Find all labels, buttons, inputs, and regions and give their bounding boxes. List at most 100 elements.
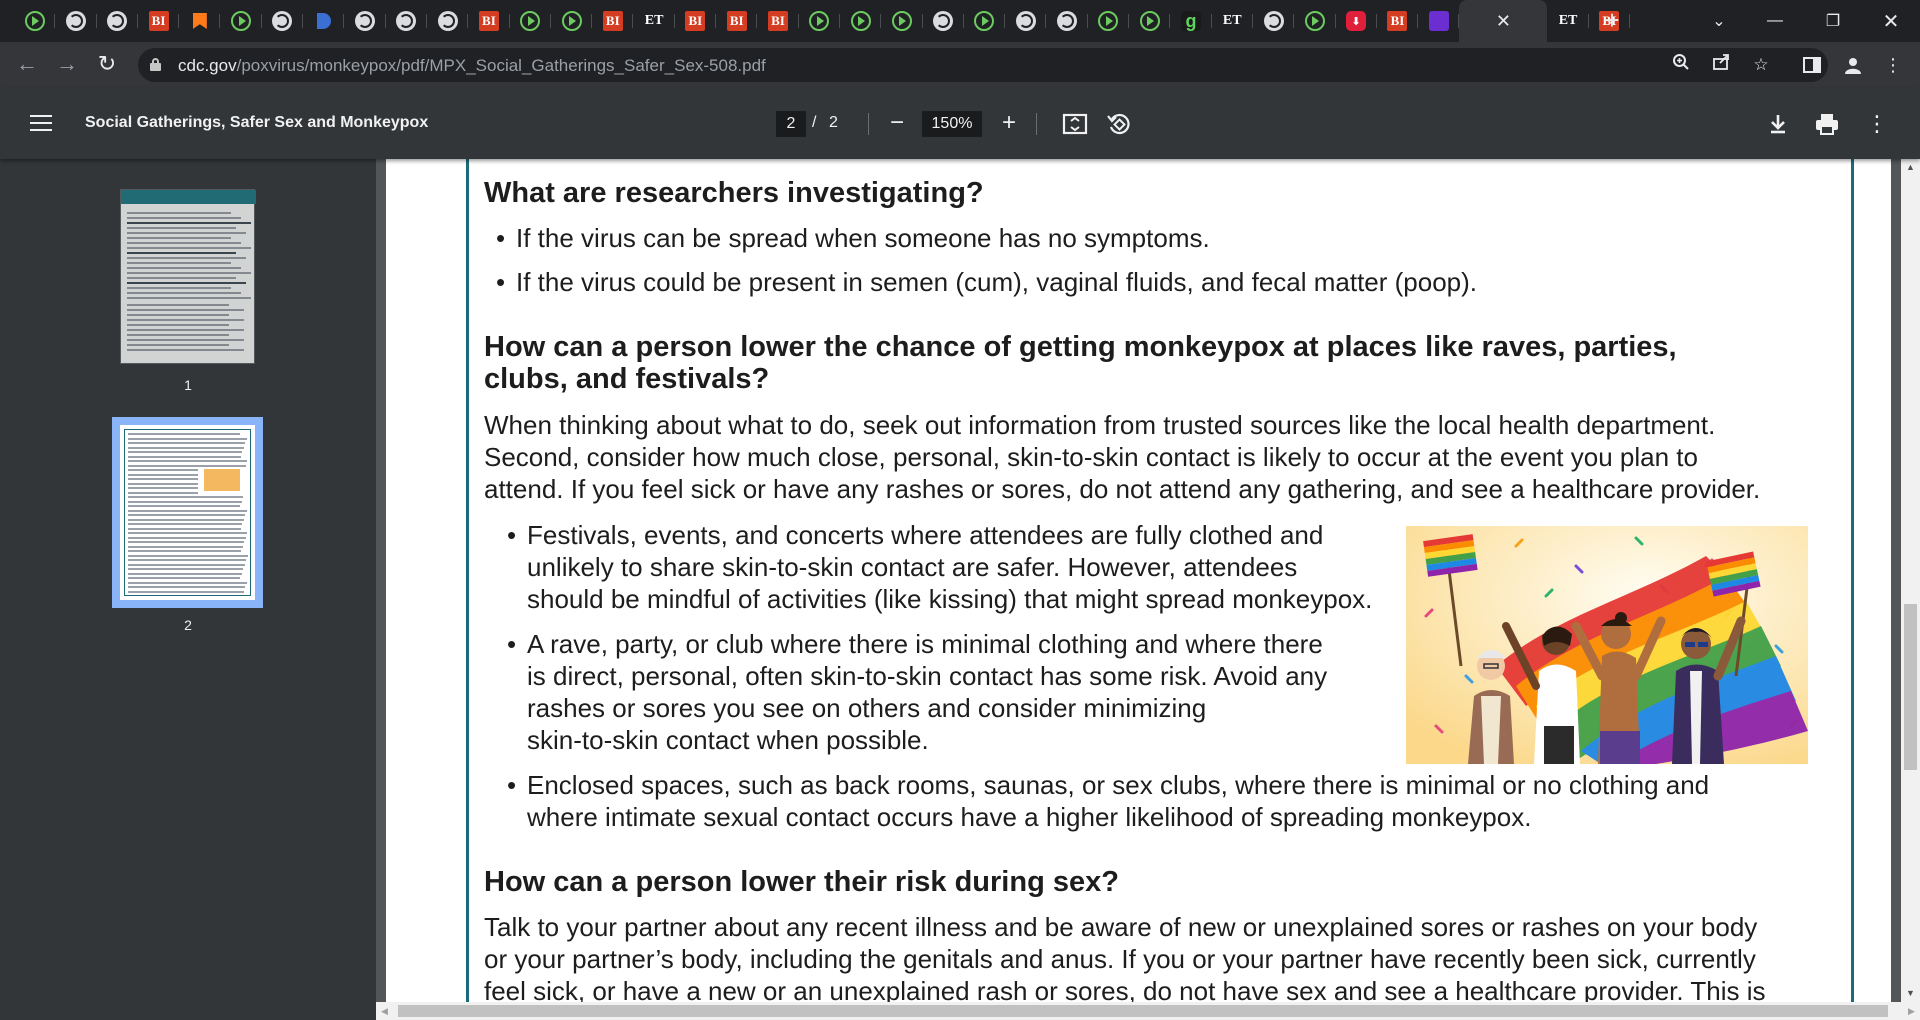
browser-tab[interactable]: [1005, 8, 1047, 34]
page-border-left: [466, 159, 469, 1002]
browser-tab[interactable]: [840, 8, 882, 34]
browser-tab[interactable]: [386, 8, 428, 34]
browser-tab[interactable]: BI: [468, 8, 510, 34]
bullet-events-2-line-3: rashes or sores you see on others and co…: [527, 693, 1207, 723]
reload-button[interactable]: ↻: [90, 48, 124, 82]
browser-tab[interactable]: [344, 8, 386, 34]
browser-tab[interactable]: BI: [675, 8, 717, 34]
thumbnail-text-line: [127, 329, 244, 331]
browser-tab[interactable]: [1129, 8, 1171, 34]
page-thumbnail-2[interactable]: [120, 425, 255, 600]
bullet-events-2-line-1: A rave, party, or club where there is mi…: [507, 628, 1323, 661]
browser-tab[interactable]: [1046, 8, 1089, 34]
browser-tab[interactable]: BI: [1377, 8, 1419, 34]
active-tab[interactable]: ✕: [1459, 0, 1548, 42]
browser-tab[interactable]: [303, 8, 345, 34]
sex-paragraph-line-1: Talk to your partner about any recent il…: [484, 912, 1758, 942]
globe-icon: [272, 11, 293, 31]
browser-tab[interactable]: ET: [1212, 8, 1254, 34]
thumbnail-text-line: [127, 242, 241, 244]
browser-tab[interactable]: ET: [633, 8, 676, 34]
browser-tab[interactable]: [923, 8, 965, 34]
close-window-button[interactable]: ✕: [1862, 0, 1920, 42]
address-bar[interactable]: cdc.gov/poxvirus/monkeypox/pdf/MPX_Socia…: [138, 48, 1828, 82]
browser-tab[interactable]: [55, 8, 97, 34]
browser-tab[interactable]: ⬇: [1336, 8, 1378, 34]
browser-tab[interactable]: [1418, 8, 1460, 34]
browser-tab[interactable]: BI: [592, 8, 634, 34]
menu-icon[interactable]: [30, 115, 52, 133]
purple-icon: [1428, 11, 1449, 31]
browser-tab[interactable]: ET: [1547, 8, 1589, 34]
browser-tab[interactable]: [14, 8, 56, 34]
zoom-in-button[interactable]: +: [995, 109, 1023, 137]
share-icon[interactable]: [1708, 53, 1734, 77]
lock-icon[interactable]: [150, 58, 161, 71]
bullet-events-3-line-2: where intimate sexual contact occurs hav…: [527, 802, 1532, 832]
more-options-icon[interactable]: ⋮: [1863, 110, 1891, 138]
print-icon[interactable]: [1813, 110, 1841, 138]
browser-tab[interactable]: [262, 8, 304, 34]
close-tab-icon[interactable]: ✕: [1496, 11, 1511, 32]
bookmark-star-icon[interactable]: ☆: [1748, 53, 1774, 77]
bullet-researchers-2: If the virus could be present in semen (…: [496, 266, 1477, 299]
browser-tab[interactable]: BI: [757, 8, 799, 34]
side-panel-icon[interactable]: [1795, 48, 1829, 82]
browser-tab[interactable]: [964, 8, 1006, 34]
page-thumbnail-2-selected[interactable]: [112, 417, 263, 608]
zoom-level-input[interactable]: 150%: [922, 111, 982, 137]
minimize-button[interactable]: —: [1746, 0, 1804, 42]
bi-icon: BI: [478, 11, 499, 31]
back-button[interactable]: ←: [10, 48, 44, 82]
fit-to-page-icon[interactable]: [1061, 110, 1089, 138]
horizontal-scrollbar[interactable]: ◀ ▶: [376, 1002, 1920, 1020]
browser-tab[interactable]: [1088, 8, 1130, 34]
thumbnail-text-line: [127, 232, 246, 234]
thumbnail-text-line: [127, 319, 244, 321]
browser-tab[interactable]: [510, 8, 552, 34]
zoom-icon[interactable]: [1668, 53, 1694, 77]
browser-tab[interactable]: [1253, 8, 1295, 34]
page-separator: /: [812, 114, 817, 131]
browser-tab[interactable]: g: [1170, 8, 1212, 34]
new-tab-button[interactable]: +: [1597, 6, 1627, 36]
scroll-up-arrow-icon[interactable]: ▲: [1901, 159, 1920, 176]
profile-icon[interactable]: [1836, 48, 1870, 82]
festival-illustration: [1406, 526, 1808, 764]
scroll-down-arrow-icon[interactable]: ▼: [1901, 985, 1920, 1002]
thumbnail-text-line: [127, 277, 236, 279]
browser-tab[interactable]: [1294, 8, 1336, 34]
browser-tab[interactable]: [427, 8, 469, 34]
rotate-icon[interactable]: [1105, 110, 1133, 138]
browser-tab[interactable]: [179, 8, 221, 34]
restore-button[interactable]: ❐: [1804, 0, 1862, 42]
horizontal-scroll-thumb[interactable]: [398, 1005, 1888, 1017]
vertical-scroll-thumb[interactable]: [1904, 604, 1917, 770]
bi-icon: BI: [1387, 11, 1408, 31]
browser-tab[interactable]: [799, 8, 841, 34]
page-number-input[interactable]: 2: [776, 111, 806, 137]
globe-icon: [933, 11, 954, 31]
browser-tab[interactable]: BI: [138, 8, 180, 34]
scroll-right-arrow-icon[interactable]: ▶: [1903, 1002, 1920, 1020]
download-icon[interactable]: [1764, 110, 1792, 138]
browser-tab[interactable]: [220, 8, 263, 34]
page-thumbnail-1[interactable]: [120, 189, 256, 364]
browser-tab[interactable]: BI: [716, 8, 758, 34]
browser-tab[interactable]: [551, 8, 593, 34]
zoom-out-button[interactable]: −: [883, 109, 911, 137]
vertical-scrollbar[interactable]: ▲ ▼: [1901, 159, 1920, 1002]
pdf-content-area[interactable]: What are researchers investigating? If t…: [376, 159, 1901, 1002]
forward-button[interactable]: →: [50, 48, 84, 82]
thumbnail-text-line: [127, 314, 229, 316]
menu-kebab-icon[interactable]: ⋮: [1876, 48, 1910, 82]
bi-icon: BI: [767, 11, 788, 31]
sex-paragraph-line-3: feel sick, or have a new or an unexplain…: [484, 976, 1766, 1002]
pdf-toolbar: Social Gatherings, Safer Sex and Monkeyp…: [0, 89, 1920, 159]
tab-search-button[interactable]: ⌄: [1690, 0, 1748, 42]
browser-tab[interactable]: [97, 8, 139, 34]
scroll-left-arrow-icon[interactable]: ◀: [376, 1002, 393, 1020]
url-text[interactable]: cdc.gov/poxvirus/monkeypox/pdf/MPX_Socia…: [178, 56, 766, 76]
browser-tab[interactable]: [881, 8, 923, 34]
thumbnail-label-2: 2: [184, 617, 192, 633]
